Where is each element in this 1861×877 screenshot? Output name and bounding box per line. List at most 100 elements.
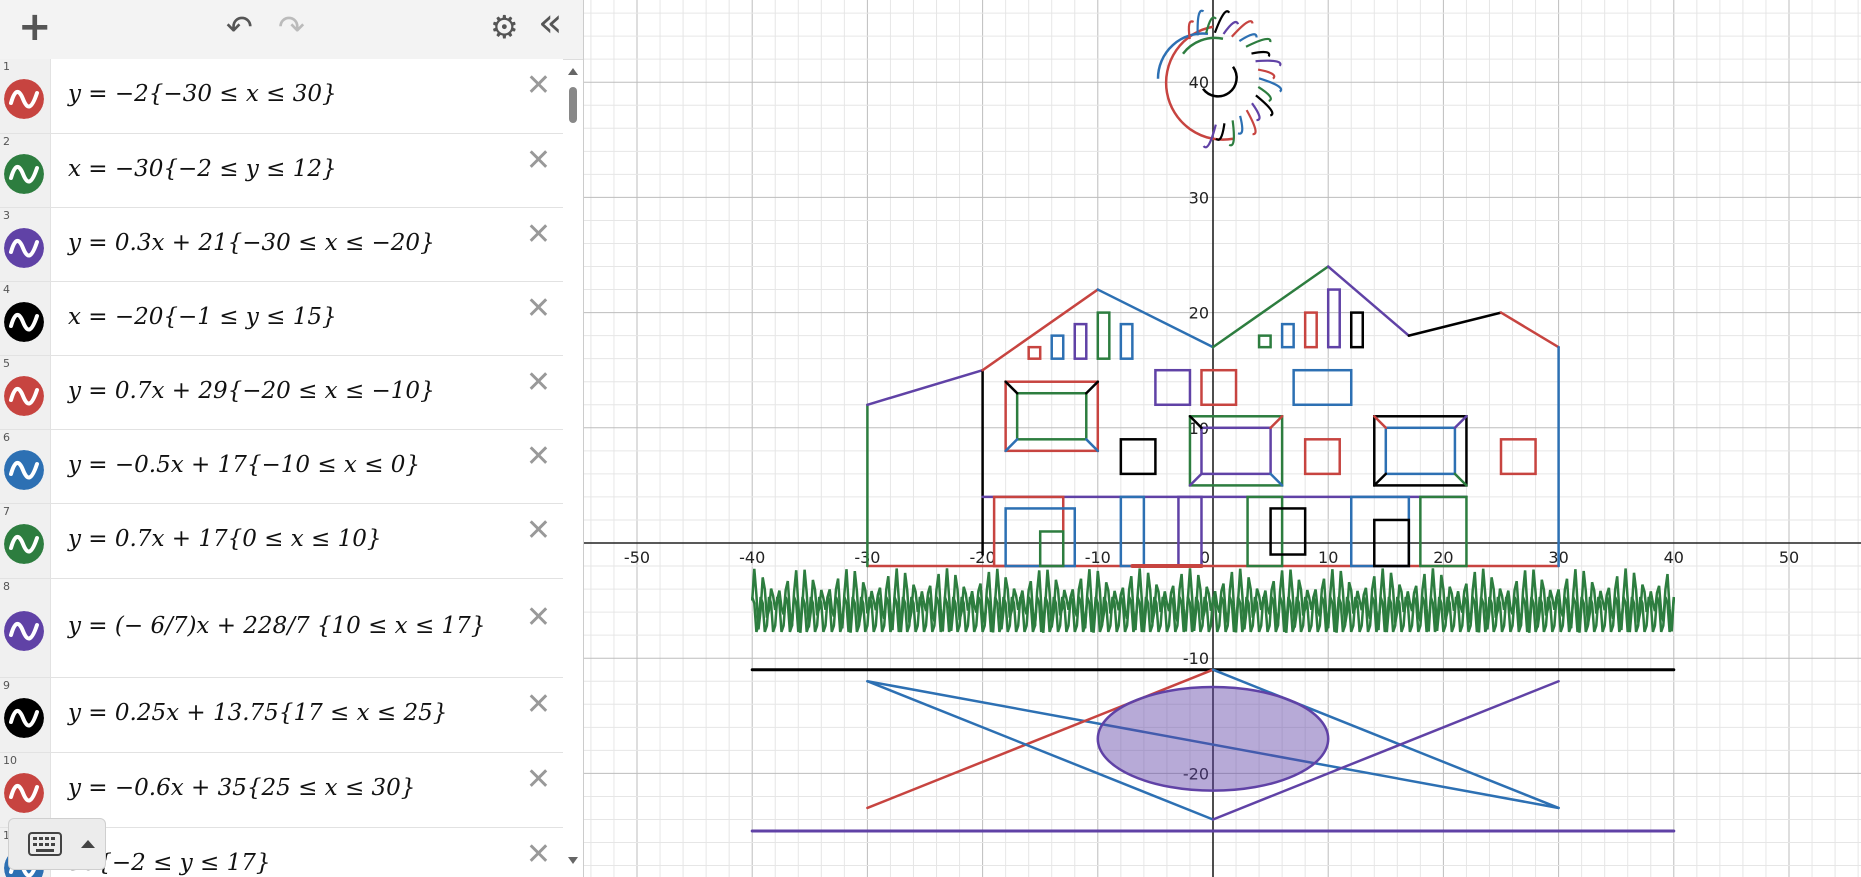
graph-toggle-icon[interactable] — [4, 524, 44, 564]
expression-gutter: 9 — [0, 678, 51, 752]
expression-row[interactable]: 5 y = 0.7x + 29{−20 ≤ x ≤ −10} ✕ — [0, 356, 563, 430]
graph-toggle-icon[interactable] — [4, 153, 44, 194]
expression-input[interactable]: y = 0.3x + 21{−30 ≤ x ≤ −20} — [68, 230, 435, 256]
undo-button[interactable]: ↶ — [226, 8, 253, 46]
delete-expression-icon[interactable]: ✕ — [526, 439, 551, 474]
expression-row[interactable]: 2 x = −30{−2 ≤ y ≤ 12} ✕ — [0, 134, 563, 208]
graph-toggle-icon[interactable] — [4, 773, 44, 813]
expression-row[interactable]: 9 y = 0.25x + 13.75{17 ≤ x ≤ 25} ✕ — [0, 678, 563, 753]
expression-list-scrollbar[interactable] — [563, 59, 583, 877]
graph-curve — [1373, 415, 1388, 430]
graph-curve — [1154, 368, 1192, 407]
expression-input[interactable]: y = (− 6/7)x + 228/7 {10 ≤ x ≤ 17} — [68, 613, 485, 639]
graph-curve — [1499, 438, 1537, 476]
sun-ray — [1238, 33, 1258, 42]
graph-toggle-icon[interactable] — [4, 79, 44, 119]
graph-toggle-icon[interactable] — [4, 611, 44, 651]
collapse-panel-button[interactable]: « — [538, 0, 562, 46]
graph-toggle-icon[interactable] — [4, 227, 44, 268]
delete-expression-icon[interactable]: ✕ — [526, 687, 551, 722]
expression-gutter: 4 — [0, 282, 51, 355]
graph-curve — [1119, 438, 1157, 476]
chevron-up-icon — [81, 840, 95, 848]
expression-input[interactable]: y = 0.25x + 13.75{17 ≤ x ≤ 25} — [68, 700, 447, 726]
settings-icon[interactable]: ⚙ — [490, 8, 519, 46]
graph-curve — [1085, 438, 1100, 453]
sun-ray — [1228, 120, 1235, 147]
y-tick-label: 30 — [1189, 188, 1209, 207]
graph-curve — [1188, 472, 1203, 487]
graph-curve — [1200, 368, 1238, 407]
graph-curve — [1119, 495, 1146, 568]
add-expression-button[interactable]: + — [18, 4, 52, 50]
expression-gutter: 10 — [0, 753, 51, 827]
expression-row[interactable]: 3 y = 0.3x + 21{−30 ≤ x ≤ −20} ✕ — [0, 208, 563, 282]
expression-row[interactable]: 7 y = 0.7x + 17{0 ≤ x ≤ 10} ✕ — [0, 504, 563, 579]
graph-toggle-icon[interactable] — [4, 301, 44, 342]
keyboard-icon — [28, 832, 95, 856]
graph-curve — [1499, 311, 1560, 349]
graph-toggle-icon[interactable] — [4, 375, 44, 416]
y-tick-label: -10 — [1183, 649, 1209, 668]
expression-gutter: 8 — [0, 579, 51, 677]
graph-curve — [1326, 288, 1341, 349]
graph-curve — [866, 368, 984, 407]
delete-expression-icon[interactable]: ✕ — [526, 365, 551, 400]
delete-expression-icon[interactable]: ✕ — [526, 600, 551, 635]
expression-input[interactable]: y = −0.6x + 35{25 ≤ x ≤ 30} — [68, 775, 415, 801]
delete-expression-icon[interactable]: ✕ — [526, 762, 551, 797]
scrollbar-graphic[interactable] — [563, 59, 583, 877]
expression-number: 4 — [3, 283, 10, 296]
expression-row[interactable]: 10 y = −0.6x + 35{25 ≤ x ≤ 30} ✕ — [0, 753, 563, 828]
expression-row[interactable]: 6 y = −0.5x + 17{−10 ≤ x ≤ 0} ✕ — [0, 430, 563, 504]
x-tick-label: 40 — [1664, 548, 1684, 567]
expression-input[interactable]: y = −2{−30 ≤ x ≤ 30} — [68, 81, 337, 107]
graph-curve — [1004, 438, 1019, 453]
graph-curve — [1050, 334, 1065, 360]
delete-expression-icon[interactable]: ✕ — [526, 217, 551, 252]
expression-number: 9 — [3, 679, 10, 692]
delete-expression-icon[interactable]: ✕ — [526, 513, 551, 548]
keyboard-toggle-button[interactable] — [8, 818, 106, 870]
expression-row[interactable]: 4 x = −20{−1 ≤ y ≤ 15} ✕ — [0, 282, 563, 356]
redo-button[interactable]: ↷ — [278, 8, 305, 46]
delete-expression-icon[interactable]: ✕ — [526, 291, 551, 326]
graph-curve — [1292, 368, 1353, 407]
expression-input[interactable]: x = −20{−1 ≤ y ≤ 15} — [68, 304, 337, 330]
x-tick-label: -10 — [1085, 548, 1111, 567]
expression-input[interactable]: y = −0.5x + 17{−10 ≤ x ≤ 0} — [68, 452, 420, 478]
x-tick-label: -40 — [739, 548, 765, 567]
graph-curve — [1257, 334, 1272, 349]
sun-ray — [1237, 115, 1244, 135]
graph-curve — [1453, 472, 1468, 487]
graph-curve — [1453, 415, 1468, 430]
graph-toggle-icon[interactable] — [4, 698, 44, 738]
sun-ray — [1257, 68, 1276, 80]
toolbar: + ↶ ↷ ⚙ « — [0, 0, 583, 60]
expression-input[interactable]: y = 0.7x + 29{−20 ≤ x ≤ −10} — [68, 378, 435, 404]
expression-number: 6 — [3, 431, 10, 444]
expression-row[interactable]: 1 y = −2{−30 ≤ x ≤ 30} ✕ — [0, 59, 563, 134]
expression-panel: + ↶ ↷ ⚙ « 1 y = −2{−30 ≤ x ≤ 30} ✕ 2 x = −30… — [0, 0, 584, 877]
graph-curve — [1303, 311, 1318, 349]
expression-input[interactable]: x = −30{−2 ≤ y ≤ 12} — [68, 156, 337, 182]
delete-expression-icon[interactable]: ✕ — [526, 68, 551, 103]
y-tick-label: 20 — [1189, 304, 1209, 323]
expression-number: 3 — [3, 209, 10, 222]
expression-list: 1 y = −2{−30 ≤ x ≤ 30} ✕ 2 x = −30{−2 ≤ y ≤ … — [0, 59, 563, 877]
x-tick-label: 50 — [1779, 548, 1799, 567]
expression-gutter: 1 — [0, 59, 51, 133]
expression-row[interactable]: 8 y = (− 6/7)x + 228/7 {10 ≤ x ≤ 17} ✕ — [0, 579, 563, 678]
graph-curve — [1349, 495, 1411, 568]
delete-expression-icon[interactable]: ✕ — [526, 837, 551, 872]
x-tick-label: 20 — [1433, 548, 1453, 567]
delete-expression-icon[interactable]: ✕ — [526, 143, 551, 178]
graph-canvas[interactable]: -50-40-30-20-100102030405040302010-10-20 — [584, 0, 1861, 877]
sun-ray — [1245, 109, 1257, 136]
graph-curve — [1027, 345, 1042, 360]
x-tick-label: -50 — [624, 548, 650, 567]
expression-number: 10 — [3, 754, 17, 767]
expression-input[interactable]: y = 0.7x + 17{0 ≤ x ≤ 10} — [68, 526, 382, 552]
sun-ray — [1245, 37, 1272, 48]
graph-toggle-icon[interactable] — [4, 449, 44, 490]
